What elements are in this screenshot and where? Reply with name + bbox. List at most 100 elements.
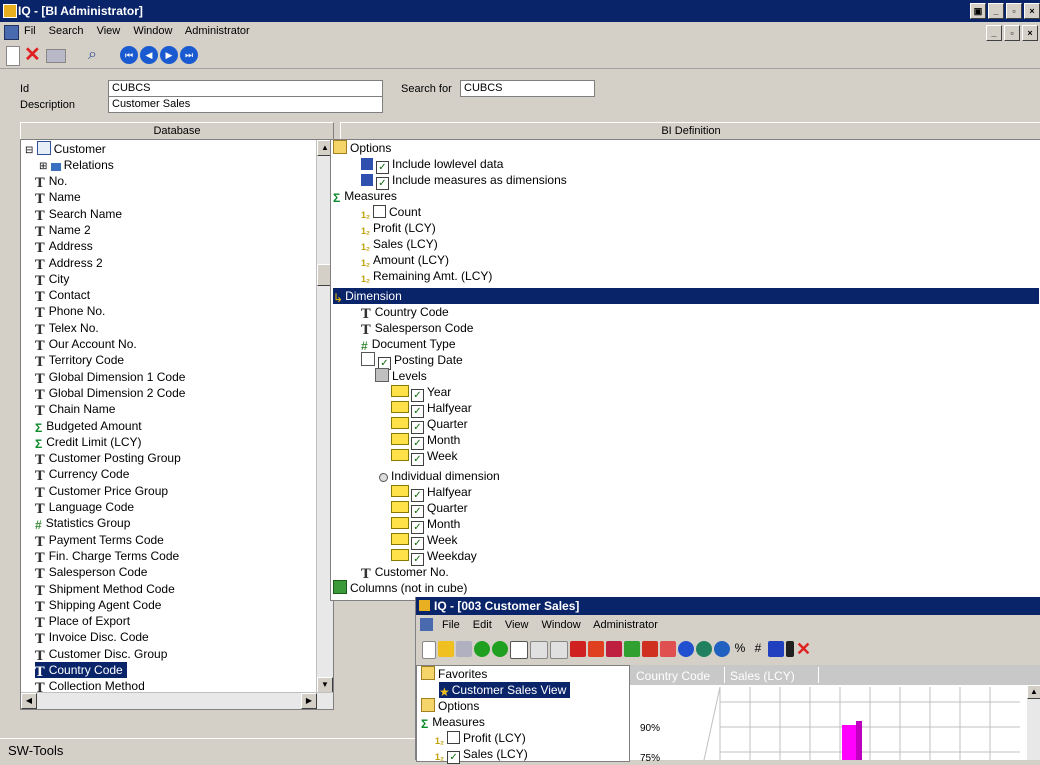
panel-icon[interactable] (510, 641, 528, 659)
scroll-down-icon[interactable]: ▼ (317, 677, 333, 693)
area-chart-icon[interactable] (642, 641, 658, 657)
level-item[interactable]: ✓ Year (391, 384, 451, 402)
database-field-item[interactable]: T Contact (35, 287, 90, 305)
previous-record-icon[interactable]: ◀ (140, 46, 158, 64)
database-field-item[interactable]: T City (35, 271, 69, 289)
maximize-button[interactable]: ▫ (1006, 3, 1022, 19)
checkbox-icon[interactable]: ✓ (447, 751, 461, 764)
database-field-item[interactable]: T Shipping Agent Code (35, 597, 161, 615)
level-item[interactable]: ✓ Weekday (391, 548, 477, 566)
levels-node[interactable]: Levels (375, 368, 427, 384)
menu-search[interactable]: Search (49, 25, 84, 37)
child-minimize-button[interactable]: _ (986, 25, 1002, 41)
table-add-icon[interactable] (550, 641, 568, 659)
database-field-item[interactable]: # Statistics Group (35, 515, 130, 532)
individual-dimension-node[interactable]: Individual dimension (379, 468, 500, 484)
close-button[interactable]: × (1024, 3, 1040, 19)
close-icon[interactable]: ✕ (796, 640, 812, 658)
percent-icon[interactable]: % (732, 641, 748, 657)
id-field[interactable]: CUBCS (108, 80, 383, 97)
database-field-item[interactable]: T Our Account No. (35, 336, 137, 354)
delete-icon[interactable]: ✕ (24, 45, 42, 65)
table-view-icon[interactable] (530, 641, 548, 659)
description-field[interactable]: Customer Sales (108, 96, 383, 113)
level-item[interactable]: ✓ Week (391, 532, 457, 550)
tree-node-relations[interactable]: ⊞ Relations (39, 157, 114, 173)
include-lowlevel-item[interactable]: ✓ Include lowlevel data (361, 156, 503, 174)
measure-item[interactable]: 1₂ Profit (LCY) (361, 220, 436, 236)
hash-icon[interactable]: # (750, 641, 766, 657)
database-field-item[interactable]: T Name 2 (35, 222, 91, 240)
database-field-item[interactable]: T Search Name (35, 206, 122, 224)
level-item[interactable]: ✓ Halfyear (391, 484, 472, 502)
columns-node[interactable]: Columns (not in cube) (333, 580, 467, 596)
measures-node[interactable]: Σ Measures (333, 188, 397, 205)
stacked-bar-icon[interactable] (606, 641, 622, 657)
color-palette-icon[interactable] (768, 641, 784, 657)
level-item[interactable]: ✓ Halfyear (391, 400, 472, 418)
forward-icon[interactable] (492, 641, 508, 657)
database-field-item[interactable]: T Language Code (35, 499, 134, 517)
info-icon[interactable] (714, 641, 730, 657)
chart-tab[interactable]: Sales (LCY) (730, 669, 795, 683)
print-icon[interactable] (456, 641, 472, 657)
level-item[interactable]: ✓ Week (391, 448, 457, 466)
database-field-item[interactable]: T Shipment Method Code (35, 581, 175, 599)
menu-file[interactable]: Fil (24, 25, 36, 37)
minimize-button[interactable]: _ (988, 3, 1004, 19)
database-field-item[interactable]: T Telex No. (35, 320, 99, 338)
bar-chart-3d-icon[interactable] (588, 641, 604, 657)
menu-view[interactable]: View (97, 25, 121, 37)
menu-administrator[interactable]: Administrator (593, 619, 658, 631)
chart-scrollbar[interactable]: ▲ (1027, 685, 1040, 760)
menu-administrator[interactable]: Administrator (185, 25, 250, 37)
checkbox-icon[interactable] (447, 731, 461, 744)
checkbox-icon[interactable]: ✓ (411, 453, 424, 466)
customer-no-item[interactable]: T Customer No. (361, 564, 449, 582)
dimension-node[interactable]: ↳ Dimension (333, 288, 1039, 305)
measure-item[interactable]: 1₂ Remaining Amt. (LCY) (361, 268, 492, 284)
checkbox-icon[interactable] (373, 205, 387, 218)
new-document-icon[interactable] (422, 641, 436, 659)
database-field-item[interactable]: T Phone No. (35, 303, 105, 321)
options-node[interactable]: Options (421, 698, 479, 714)
level-item[interactable]: ✓ Quarter (391, 500, 468, 518)
bar-chart-icon[interactable] (570, 641, 586, 657)
tree-node-customer[interactable]: ⊟ Customer (25, 141, 106, 157)
posting-date-item[interactable]: ✓ Posting Date (361, 352, 463, 370)
print-icon[interactable] (46, 49, 66, 63)
database-field-item[interactable]: T Place of Export (35, 613, 130, 631)
favorite-star-icon[interactable] (438, 641, 454, 657)
menu-edit[interactable]: Edit (473, 619, 492, 631)
database-field-item[interactable]: T Customer Price Group (35, 483, 168, 501)
restore-icon[interactable]: ▣ (970, 3, 986, 19)
favorites-node[interactable]: Favorites (421, 666, 487, 682)
measures-node[interactable]: Σ Measures (421, 714, 485, 731)
menu-file[interactable]: File (442, 619, 460, 631)
database-field-item[interactable]: T Country Code (35, 662, 127, 680)
options-node[interactable]: Options (333, 140, 391, 156)
database-field-item[interactable]: T Customer Disc. Group (35, 646, 167, 664)
scroll-right-icon[interactable]: ▶ (301, 693, 317, 709)
globe-icon[interactable] (696, 641, 712, 657)
level-item[interactable]: ✓ Quarter (391, 416, 468, 434)
scroll-left-icon[interactable]: ◀ (21, 693, 37, 709)
back-icon[interactable] (474, 641, 490, 657)
database-field-item[interactable]: T Global Dimension 2 Code (35, 385, 185, 403)
new-document-icon[interactable] (6, 46, 20, 66)
database-field-item[interactable]: T Fin. Charge Terms Code (35, 548, 179, 566)
database-field-item[interactable]: T Payment Terms Code (35, 532, 164, 550)
database-h-scrollbar[interactable]: ◀ ▶ (21, 692, 333, 709)
scatter-icon[interactable] (660, 641, 676, 657)
last-record-icon[interactable]: ⏭ (180, 46, 198, 64)
measure-item[interactable]: 1₂ Count (361, 204, 421, 220)
pie-chart-icon[interactable] (678, 641, 694, 657)
search-input[interactable]: CUBCS (460, 80, 595, 97)
dimension-item[interactable]: T Country Code (361, 304, 449, 322)
database-field-item[interactable]: T No. (35, 173, 67, 191)
menu-window[interactable]: Window (133, 25, 172, 37)
level-item[interactable]: ✓ Month (391, 432, 460, 450)
database-field-item[interactable]: T Name (35, 189, 81, 207)
dimension-item[interactable]: T Salesperson Code (361, 320, 473, 338)
database-field-item[interactable]: T Global Dimension 1 Code (35, 369, 185, 387)
